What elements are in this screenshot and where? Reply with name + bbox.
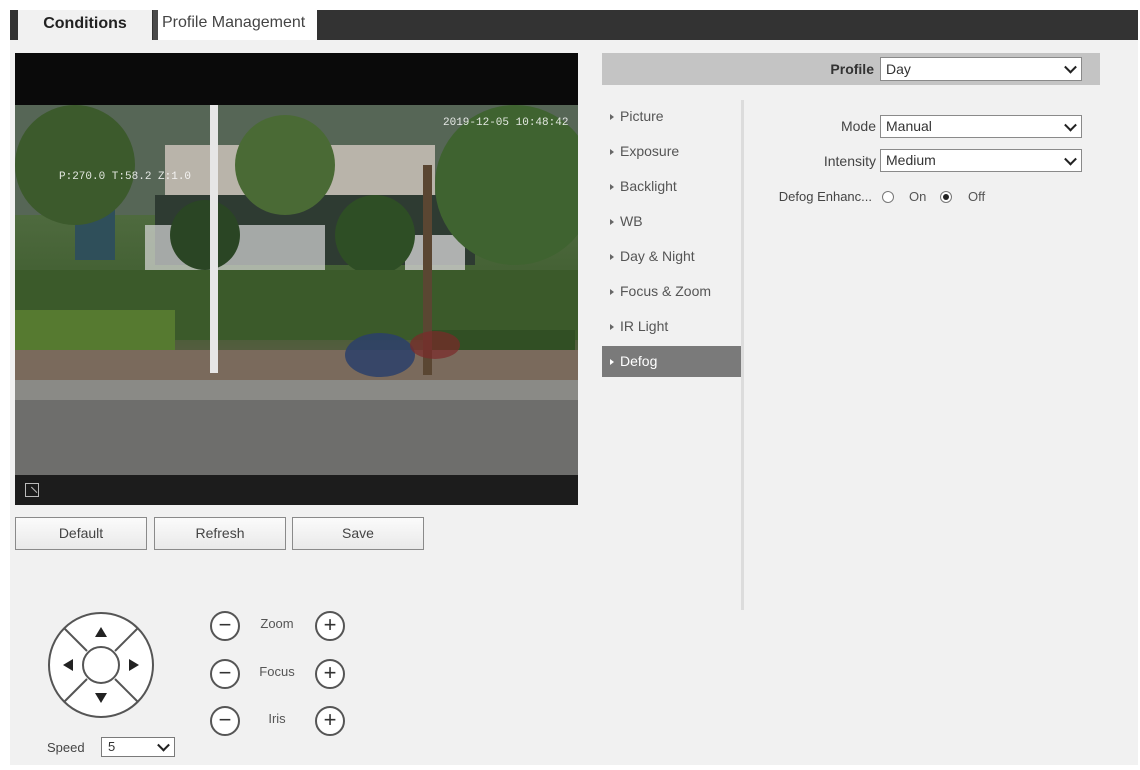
menu-item-label: Day & Night [620, 248, 695, 264]
zoom-out-button[interactable]: − [210, 611, 240, 641]
menu-divider [741, 100, 744, 610]
zoom-in-button[interactable]: + [315, 611, 345, 641]
zoom-label: Zoom [260, 616, 294, 631]
mode-label: Mode [840, 118, 876, 134]
menu-arrow-icon [610, 289, 614, 296]
menu-arrow-icon [610, 219, 614, 226]
osd-timestamp: 2019-12-05 10:48:42 [443, 117, 569, 129]
menu-item-defog[interactable]: Defog [602, 346, 741, 377]
menu-item-picture[interactable]: Picture [602, 101, 741, 132]
menu-item-label: Picture [620, 108, 664, 124]
menu-item-label: IR Light [620, 318, 669, 334]
menu-arrow-icon [610, 114, 614, 121]
ptz-direction-pad [47, 611, 155, 719]
refresh-button[interactable]: Refresh [154, 517, 286, 550]
ptz-center-button[interactable] [82, 646, 120, 684]
tab-profile-management[interactable]: Profile Management [153, 10, 317, 40]
defog-enhance-off-radio[interactable] [940, 191, 952, 203]
video-toolbar [15, 475, 578, 505]
mode-value: Manual [886, 118, 932, 134]
menu-item-label: Exposure [620, 143, 680, 159]
profile-value: Day [886, 61, 911, 77]
osd-ptz-position: P:270.0 T:58.2 Z:1.0 [59, 171, 192, 183]
video-preview: 2019-12-05 10:48:42 P:270.0 T:58.2 Z:1.0 [15, 53, 578, 505]
defog-enhance-on-radio[interactable] [882, 191, 894, 203]
menu-item-label: Defog [620, 353, 658, 369]
off-label: Off [968, 189, 986, 204]
speed-select[interactable]: 5 [101, 737, 175, 757]
menu-arrow-icon [610, 359, 614, 366]
intensity-select[interactable]: Medium [880, 149, 1082, 172]
intensity-value: Medium [886, 152, 936, 168]
default-button[interactable]: Default [15, 517, 147, 550]
scene-image [15, 105, 578, 475]
menu-item-backlight[interactable]: Backlight [602, 171, 741, 202]
chevron-down-icon [1064, 60, 1077, 74]
iris-minus-button[interactable]: − [210, 706, 240, 736]
defog-enhance-label: Defog Enhanc... [778, 189, 872, 204]
tab-conditions[interactable]: Conditions [18, 10, 152, 40]
menu-arrow-icon [610, 149, 614, 156]
tab-bar: Conditions Profile Management [10, 10, 1138, 40]
fullscreen-icon[interactable] [25, 483, 39, 497]
mode-select[interactable]: Manual [880, 115, 1082, 138]
camera-scene: 2019-12-05 10:48:42 P:270.0 T:58.2 Z:1.0 [15, 105, 578, 475]
iris-label: Iris [268, 711, 286, 726]
menu-item-label: Backlight [620, 178, 677, 194]
speed-value: 5 [108, 739, 116, 754]
profile-select[interactable]: Day [880, 57, 1082, 81]
menu-item-exposure[interactable]: Exposure [602, 136, 741, 167]
menu-item-wb[interactable]: WB [602, 206, 741, 237]
chevron-down-icon [157, 738, 170, 752]
chevron-down-icon [1064, 152, 1077, 166]
menu-item-label: Focus & Zoom [620, 283, 712, 299]
focus-label: Focus [259, 664, 295, 679]
iris-plus-button[interactable]: + [315, 706, 345, 736]
speed-label: Speed [47, 740, 85, 755]
on-label: On [909, 189, 927, 204]
focus-minus-button[interactable]: − [210, 659, 240, 689]
menu-arrow-icon [610, 324, 614, 331]
menu-item-label: WB [620, 213, 643, 229]
menu-item-ir-light[interactable]: IR Light [602, 311, 741, 342]
save-button[interactable]: Save [292, 517, 424, 550]
menu-item-day-night[interactable]: Day & Night [602, 241, 741, 272]
menu-arrow-icon [610, 254, 614, 261]
intensity-label: Intensity [823, 153, 876, 169]
chevron-down-icon [1064, 118, 1077, 132]
menu-arrow-icon [610, 184, 614, 191]
focus-plus-button[interactable]: + [315, 659, 345, 689]
profile-label: Profile [830, 61, 874, 77]
menu-item-focus-zoom[interactable]: Focus & Zoom [602, 276, 741, 307]
